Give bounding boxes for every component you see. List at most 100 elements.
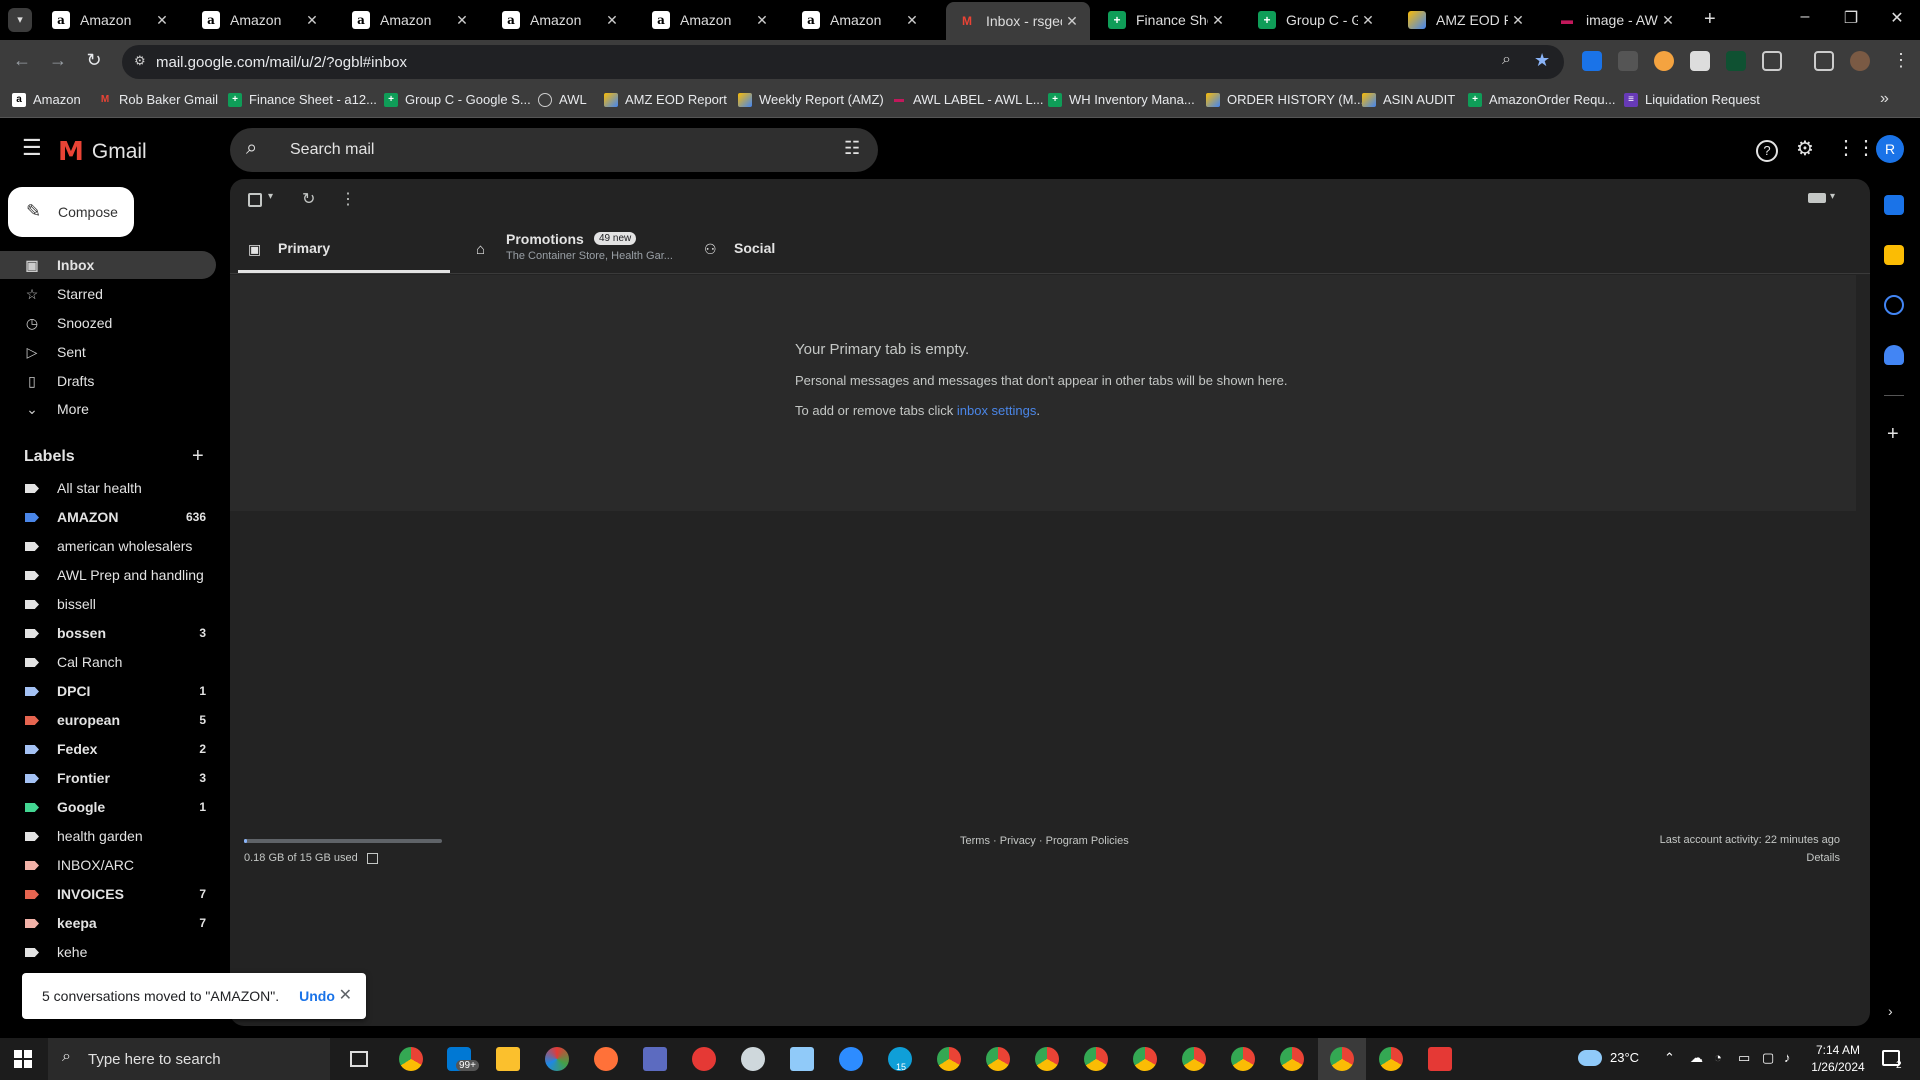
chrome-icon[interactable] [1379, 1047, 1403, 1071]
undo-button[interactable]: Undo [299, 988, 335, 1004]
chrome-icon[interactable] [1084, 1047, 1108, 1071]
compose-button[interactable]: ✎ Compose [8, 187, 134, 237]
extension-icon[interactable] [1654, 51, 1674, 71]
wps-icon[interactable] [692, 1047, 716, 1071]
bookmark-item[interactable]: ORDER HISTORY (M... [1206, 92, 1364, 107]
calendar-icon[interactable] [1884, 195, 1904, 215]
browser-tab[interactable]: a Amazon ✕ [190, 4, 330, 36]
browser-tab[interactable]: a Amazon ✕ [490, 4, 630, 36]
browser-menu-icon[interactable]: ⋮ [1892, 50, 1910, 71]
browser-tab[interactable]: AMZ EOD Rep ✕ [1396, 4, 1536, 36]
browser-tab[interactable]: + Group C - Goo ✕ [1246, 4, 1386, 36]
tab-search-button[interactable]: ▾ [8, 8, 32, 32]
display-icon[interactable]: ▢ [1762, 1050, 1774, 1066]
terms-link[interactable]: Terms [960, 835, 990, 847]
network-icon[interactable]: ☁ [1690, 1050, 1703, 1066]
close-tab-icon[interactable]: ✕ [452, 12, 472, 29]
extension-icon[interactable] [1690, 51, 1710, 71]
task-view-icon[interactable] [350, 1051, 368, 1067]
chrome-icon[interactable] [1280, 1047, 1304, 1071]
site-info-icon[interactable]: ⚙ [134, 53, 146, 69]
external-link-icon[interactable] [366, 852, 378, 864]
taskbar-search[interactable]: ⌕ Type here to search [48, 1038, 330, 1080]
search-bar[interactable]: ⌕ Search mail ☷ [230, 128, 878, 172]
tray-overflow-icon[interactable]: ⌃ [1664, 1050, 1675, 1066]
label-item[interactable]: AMAZON 636 [0, 503, 216, 531]
firefox-icon[interactable] [594, 1047, 618, 1071]
nav-sent[interactable]: ▷ Sent [0, 338, 216, 366]
gmail-logo[interactable]: M Gmail [58, 137, 147, 167]
input-tools-icon[interactable] [1808, 193, 1826, 203]
forward-button[interactable]: → [46, 50, 70, 71]
label-item[interactable]: keepa 7 [0, 909, 216, 937]
browser-tab[interactable]: a Amazon ✕ [640, 4, 780, 36]
bookmark-item[interactable]: + Finance Sheet - a12... [228, 92, 377, 107]
more-options-icon[interactable]: ⋮ [340, 189, 356, 209]
reload-button[interactable]: ↻ [82, 50, 106, 71]
bookmark-star-icon[interactable]: ★ [1534, 50, 1550, 71]
chrome-icon[interactable] [1035, 1047, 1059, 1071]
label-item[interactable]: Fedex 2 [0, 735, 216, 763]
label-item[interactable]: DPCI 1 [0, 677, 216, 705]
bookmark-item[interactable]: ▬ AWL LABEL - AWL L... [892, 92, 1044, 107]
label-item[interactable]: All star health [0, 474, 216, 502]
app-icon[interactable] [545, 1047, 569, 1071]
chrome-icon[interactable] [1133, 1047, 1157, 1071]
chrome-icon[interactable] [937, 1047, 961, 1071]
nav-inbox[interactable]: ▣ Inbox [0, 251, 216, 279]
zoom-icon[interactable] [839, 1047, 863, 1071]
close-window-button[interactable]: ✕ [1874, 8, 1920, 28]
details-link[interactable]: Details [1806, 852, 1840, 864]
tasks-icon[interactable] [1884, 295, 1904, 315]
zoom-icon[interactable]: ⌕ [1502, 51, 1511, 69]
tab-primary[interactable]: ▣ Primary [238, 229, 450, 273]
close-icon[interactable]: ✕ [339, 985, 352, 1005]
label-item[interactable]: INBOX/ARC [0, 851, 216, 879]
app-icon[interactable] [741, 1047, 765, 1071]
close-tab-icon[interactable]: ✕ [602, 12, 622, 29]
program-policies-link[interactable]: Program Policies [1046, 835, 1129, 847]
restore-button[interactable]: ❐ [1828, 8, 1874, 28]
bookmark-item[interactable]: AWL [538, 92, 587, 107]
nav-more[interactable]: ⌄ More [0, 395, 216, 423]
tab-social[interactable]: ⚇ Social [694, 229, 906, 273]
chrome-icon[interactable] [399, 1047, 423, 1071]
main-menu-icon[interactable]: ☰ [22, 135, 42, 161]
close-tab-icon[interactable]: ✕ [1208, 12, 1228, 29]
chrome-icon[interactable] [986, 1047, 1010, 1071]
bookmark-item[interactable]: a Amazon [12, 92, 81, 107]
browser-tab[interactable]: ▬ image - AWL L ✕ [1546, 4, 1686, 36]
windows-start-icon[interactable] [14, 1050, 32, 1068]
label-item[interactable]: european 5 [0, 706, 216, 734]
tab-promotions[interactable]: ⌂ Promotions 49 new The Container Store,… [466, 229, 678, 273]
refresh-icon[interactable]: ↻ [302, 189, 315, 209]
volume-icon[interactable]: ♪ [1784, 1050, 1791, 1065]
search-input[interactable]: Search mail [290, 141, 374, 159]
extensions-puzzle-icon[interactable] [1762, 51, 1782, 71]
expand-side-panel-icon[interactable]: › [1888, 1003, 1893, 1019]
weather-icon[interactable] [1578, 1050, 1602, 1066]
clock[interactable]: 7:14 AM 1/26/2024 [1800, 1042, 1876, 1076]
calculator-icon[interactable] [643, 1047, 667, 1071]
label-item[interactable]: INVOICES 7 [0, 880, 216, 908]
label-item[interactable]: american wholesalers [0, 532, 216, 560]
notes-icon[interactable] [790, 1047, 814, 1071]
label-item[interactable]: Cal Ranch [0, 648, 216, 676]
browser-tab[interactable]: a Amazon ✕ [40, 4, 180, 36]
search-options-icon[interactable]: ☷ [844, 138, 860, 159]
browser-tab[interactable]: a Amazon ✕ [340, 4, 480, 36]
input-tools-dropdown-icon[interactable]: ▾ [1830, 191, 1835, 202]
browser-tab-active[interactable]: M Inbox - rsgecor ✕ [946, 2, 1090, 40]
label-item[interactable]: AWL Prep and handling [0, 561, 216, 589]
weather-temp[interactable]: 23°C [1610, 1050, 1639, 1065]
label-item[interactable]: Google 1 [0, 793, 216, 821]
settings-gear-icon[interactable]: ⚙ [1796, 136, 1814, 161]
address-bar[interactable]: ⚙ mail.google.com/mail/u/2/?ogbl#inbox ⌕… [122, 45, 1564, 79]
app-icon[interactable] [1428, 1047, 1452, 1071]
browser-tab[interactable]: + Finance Sheet ✕ [1096, 4, 1236, 36]
get-addons-icon[interactable]: + [1887, 423, 1899, 446]
privacy-link[interactable]: Privacy [1000, 835, 1036, 847]
label-item[interactable]: kehe [0, 938, 216, 966]
select-checkbox[interactable] [248, 193, 262, 207]
chrome-icon[interactable] [1182, 1047, 1206, 1071]
